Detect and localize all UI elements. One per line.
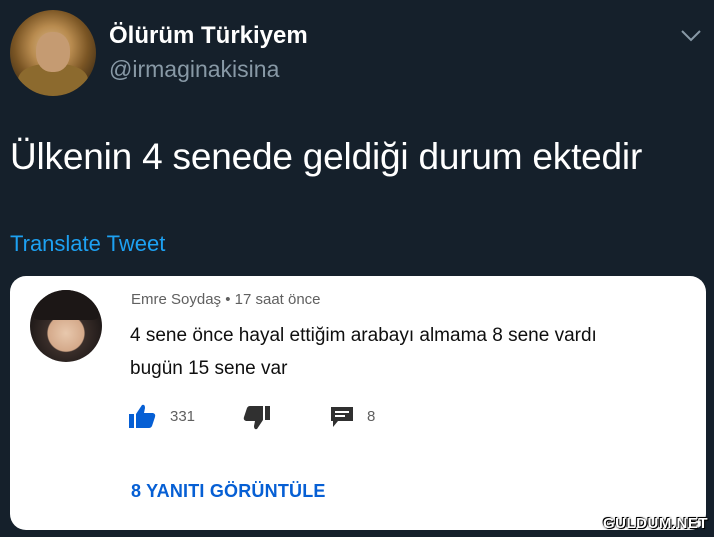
tweet-header: Ölürüm Türkiyem @irmaginakisina bbox=[10, 8, 710, 96]
avatar-hair bbox=[34, 290, 98, 320]
comment-actions: 331 8 bbox=[128, 403, 688, 431]
tweet-text: Ülkenin 4 senede geldiği durum ektedir bbox=[10, 136, 643, 177]
reply-count: 8 bbox=[367, 408, 376, 425]
comment-meta: Emre Soydaş • 17 saat önce bbox=[131, 291, 321, 308]
view-replies-button[interactable]: 8 YANITI GÖRÜNTÜLE bbox=[131, 481, 326, 502]
thumbs-down-icon[interactable] bbox=[243, 405, 271, 431]
comment-text: 4 sene önce hayal ettiğim arabayı almama… bbox=[130, 319, 690, 385]
comment-line-2: bugün 15 sene var bbox=[130, 358, 288, 379]
avatar-face bbox=[36, 32, 70, 72]
reply-icon[interactable] bbox=[330, 406, 354, 428]
comment-line-1: 4 sene önce hayal ettiğim arabayı almama… bbox=[130, 325, 597, 346]
chevron-down-icon[interactable] bbox=[680, 24, 702, 46]
commenter-avatar[interactable] bbox=[30, 290, 102, 362]
watermark-logo: GULDUM.NET bbox=[603, 515, 708, 532]
user-handle[interactable]: @irmaginakisina bbox=[109, 56, 279, 83]
like-count: 331 bbox=[170, 408, 196, 425]
display-name[interactable]: Ölürüm Türkiyem bbox=[109, 22, 308, 50]
thumbs-up-icon[interactable] bbox=[128, 403, 156, 429]
embedded-comment-card[interactable]: Emre Soydaş • 17 saat önce 4 sene önce h… bbox=[10, 276, 706, 530]
translate-tweet-link[interactable]: Translate Tweet bbox=[10, 231, 165, 257]
avatar[interactable] bbox=[10, 10, 96, 96]
